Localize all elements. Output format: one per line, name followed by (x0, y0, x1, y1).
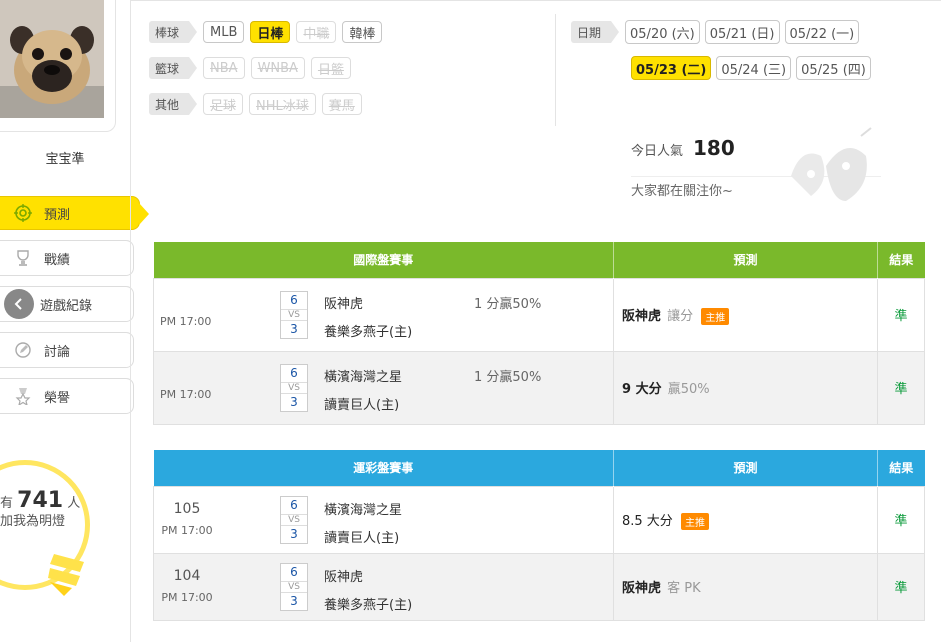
sidebar-item-game-log[interactable]: 遊戲紀錄 (0, 286, 134, 322)
followers-badge: 有 741 人 加我為明燈 (0, 460, 120, 596)
sidebar-item-label: 預測 (44, 207, 71, 223)
chip-jbl: 日籃 (310, 57, 351, 79)
sidebar-item-discussion[interactable]: 討論 (0, 332, 134, 368)
trophy-icon (12, 247, 34, 269)
chip-nhl: NHL冰球 (249, 93, 316, 115)
sidebar-menu: 預測 戰績 遊戲紀錄 討論 榮譽 (0, 196, 149, 424)
popularity-panel: 今日人氣 180 大家都在關注你~ (631, 127, 881, 201)
prediction-cell: 8.5 大分 主推 (613, 485, 878, 554)
filter-row-baseball: 棒球 MLB 日棒 中職 韓棒 (149, 20, 388, 44)
date-chip-0525[interactable]: 05/25 (四) (796, 56, 871, 80)
avatar[interactable] (0, 0, 104, 118)
date-row-2: 05/23 (二) 05/24 (三) 05/25 (四) (631, 56, 876, 80)
chip-npb[interactable]: 日棒 (250, 21, 291, 43)
game-time: PM 17:00 (160, 387, 212, 401)
page: 宝宝準 預測 戰績 遊戲紀錄 討論 榮譽 有 741 人 加我為明燈 棒球 ML… (0, 0, 941, 642)
record-icon (4, 289, 34, 319)
table-row: PM 17:00 6 VS 3 橫濱海灣之星 讀賣巨人(主) 1 分贏50% 9… (153, 350, 925, 425)
team-home[interactable]: 養樂多燕子(主) (324, 321, 412, 340)
filter-row-basketball: 籃球 NBA WNBA 日籃 (149, 56, 357, 80)
score-box: 6 VS 3 (280, 290, 308, 339)
team-home[interactable]: 養樂多燕子(主) (324, 594, 412, 613)
score-box: 6 VS 3 (280, 495, 308, 544)
medal-icon (12, 385, 34, 407)
game-code: 105 (173, 500, 201, 517)
col-header-event: 國際盤賽事 (153, 242, 614, 278)
category-label-other: 其他 (149, 93, 198, 115)
date-chip-0524[interactable]: 05/24 (三) (716, 56, 792, 80)
sidebar-item-label: 討論 (44, 344, 71, 360)
odds-line: 1 分贏50% (474, 296, 542, 312)
date-chip-0521[interactable]: 05/21 (日) (704, 20, 780, 44)
chip-soccer: 足球 (203, 93, 244, 115)
result-cell: 準 (877, 485, 925, 554)
avatar-card (0, 0, 116, 132)
table-row: 105 PM 17:00 6 VS 3 橫濱海灣之星 讀賣巨人(主) 8.5 大… (153, 485, 925, 554)
result-cell: 準 (877, 552, 925, 621)
date-chip-0520[interactable]: 05/20 (六) (625, 20, 700, 44)
date-row-1: 日期 05/20 (六) 05/21 (日) 05/22 (一) (571, 20, 864, 44)
filter-row-other: 其他 足球 NHL冰球 賽馬 (149, 92, 368, 116)
intl-odds-table: 國際盤賽事 預測 結果 PM 17:00 6 VS 3 阪神虎 養樂多燕子(主)… (153, 242, 925, 425)
sidebar-item-predict[interactable]: 預測 (0, 196, 149, 230)
col-header-result: 結果 (877, 242, 925, 278)
team-home[interactable]: 讀賣巨人(主) (324, 394, 399, 413)
score-box: 6 VS 3 (280, 562, 308, 611)
odds-line: 1 分贏50% (474, 369, 542, 385)
chip-horse: 賽馬 (321, 93, 362, 115)
chip-nba: NBA (203, 57, 245, 79)
team-away[interactable]: 阪神虎 (324, 293, 363, 312)
team-away[interactable]: 橫濱海灣之星 (324, 499, 402, 518)
col-header-prediction: 預測 (613, 242, 878, 278)
game-time: PM 17:00 (161, 523, 213, 537)
bulb-base-icon (48, 554, 84, 596)
chip-wnba: WNBA (250, 57, 305, 79)
sidebar-item-record[interactable]: 戰績 (0, 240, 134, 276)
featured-badge: 主推 (701, 307, 730, 325)
prediction-cell: 阪神虎 讓分 主推 (613, 277, 878, 352)
result-cell: 準 (877, 350, 925, 425)
col-header-event: 運彩盤賽事 (153, 450, 614, 486)
date-chip-0523[interactable]: 05/23 (二) (631, 56, 712, 80)
sidebar: 宝宝準 預測 戰績 遊戲紀錄 討論 榮譽 有 741 人 加我為明燈 (0, 0, 149, 642)
category-label-basketball: 籃球 (149, 57, 198, 79)
featured-badge: 主推 (680, 512, 709, 530)
date-chip-0522[interactable]: 05/22 (一) (784, 20, 860, 44)
table-row: PM 17:00 6 VS 3 阪神虎 養樂多燕子(主) 1 分贏50% 阪神虎… (153, 277, 925, 352)
game-code: 104 (173, 567, 201, 584)
username: 宝宝準 (45, 152, 85, 167)
popularity-label: 今日人氣 (631, 144, 684, 159)
category-label-baseball: 棒球 (149, 21, 198, 43)
mascot-icon (791, 127, 872, 201)
col-header-result: 結果 (877, 450, 925, 486)
main-panel: 棒球 MLB 日棒 中職 韓棒 籃球 NBA WNBA 日籃 其他 足球 NHL… (130, 0, 941, 642)
score-box: 6 VS 3 (280, 363, 308, 412)
date-label: 日期 (571, 21, 620, 43)
chip-cpbl: 中職 (296, 21, 337, 43)
prediction-cell: 9 大分 贏50% (613, 350, 878, 425)
sidebar-item-honor[interactable]: 榮譽 (0, 378, 134, 414)
followers-text: 有 741 人 加我為明燈 (0, 488, 81, 530)
target-icon (12, 202, 34, 224)
team-away[interactable]: 橫濱海灣之星 (324, 366, 402, 385)
game-time: PM 17:00 (161, 590, 213, 604)
result-cell: 準 (877, 277, 925, 352)
sidebar-item-label: 戰績 (44, 252, 71, 268)
team-home[interactable]: 讀賣巨人(主) (324, 527, 399, 546)
col-header-prediction: 預測 (613, 450, 878, 486)
chip-mlb[interactable]: MLB (203, 21, 245, 43)
followers-count: 741 (17, 488, 64, 513)
prediction-cell: 阪神虎 客 PK (613, 552, 878, 621)
team-away[interactable]: 阪神虎 (324, 566, 363, 585)
game-time: PM 17:00 (160, 314, 212, 328)
table-row: 104 PM 17:00 6 VS 3 阪神虎 養樂多燕子(主) 阪神虎 客 P… (153, 552, 925, 621)
discuss-icon (12, 339, 34, 361)
lottery-odds-table: 運彩盤賽事 預測 結果 105 PM 17:00 6 VS 3 橫濱海灣之星 讀… (153, 450, 925, 621)
popularity-count: 180 (693, 136, 735, 160)
sidebar-item-label: 榮譽 (44, 390, 71, 406)
sidebar-item-label: 遊戲紀錄 (40, 298, 93, 314)
chip-kbo[interactable]: 韓棒 (342, 21, 383, 43)
